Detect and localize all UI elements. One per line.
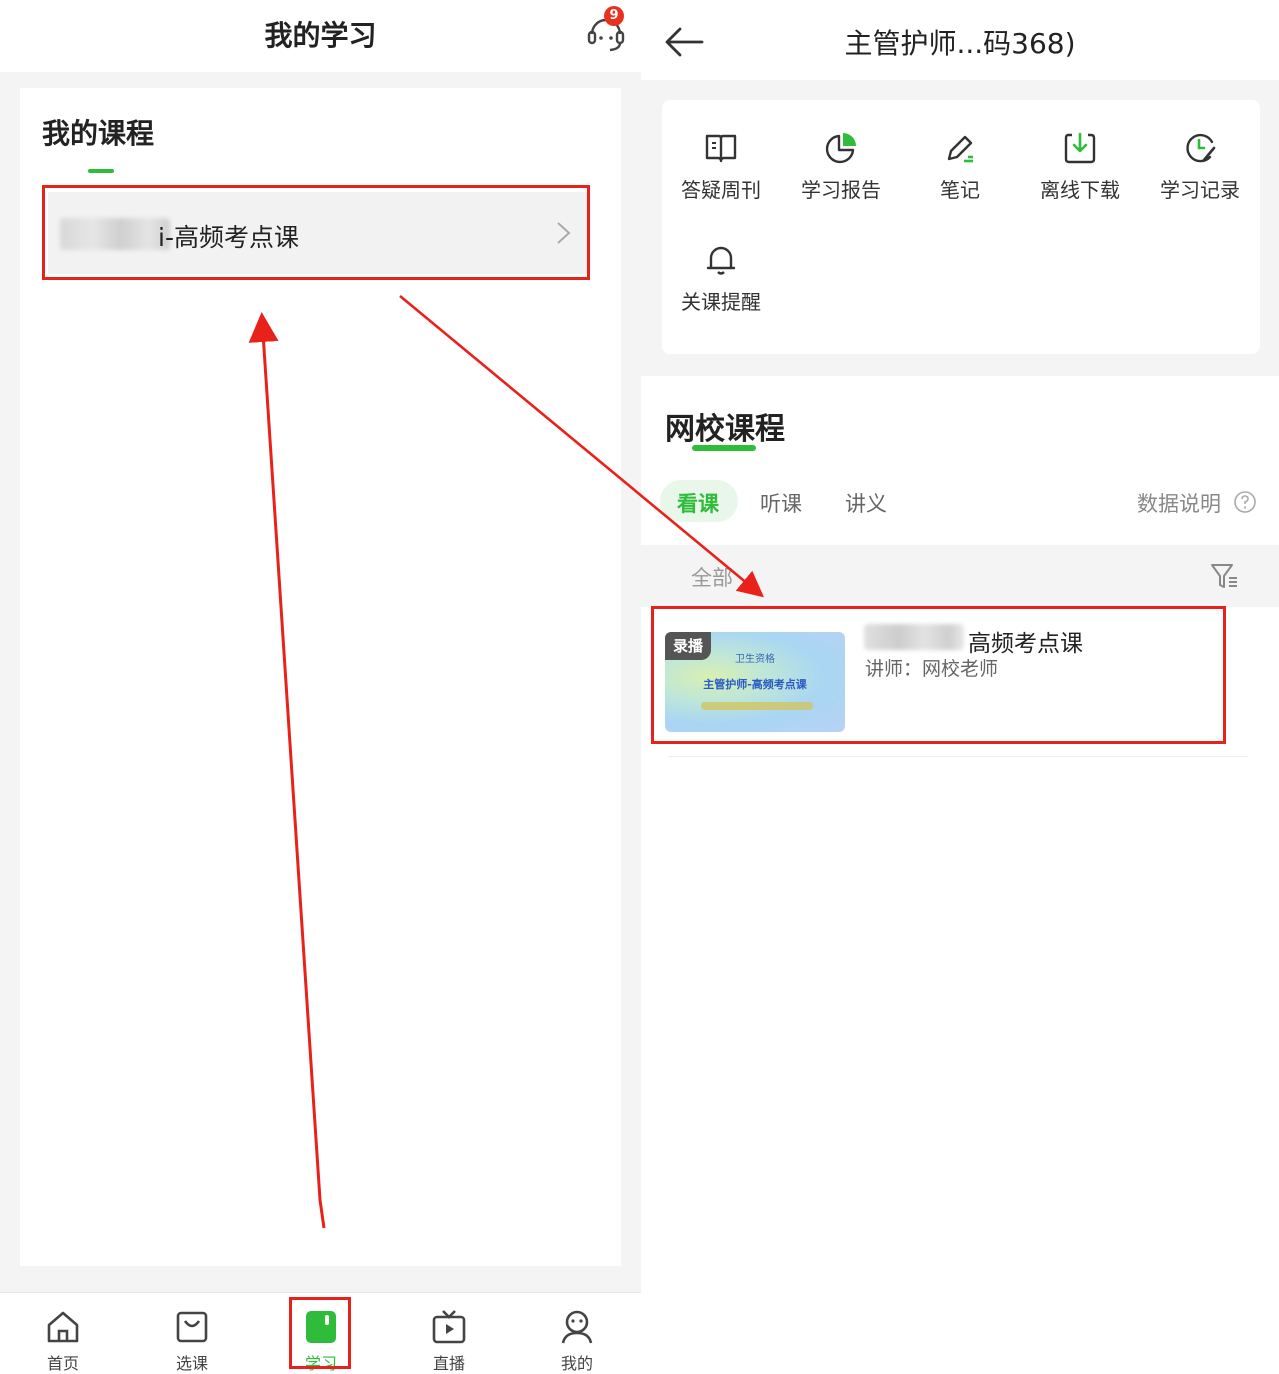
tab-courses-label: 选课 [175,1354,208,1373]
notification-badge: 9 [604,6,624,26]
tool-study-report[interactable]: 学习报告 [786,130,896,203]
filter-icon[interactable] [1208,560,1240,592]
tool-label: 关课提醒 [681,290,761,314]
pen-icon [947,135,973,163]
tool-label: 学习记录 [1160,178,1240,202]
tool-label: 学习报告 [801,178,881,202]
tool-label: 答疑周刊 [681,178,761,202]
tv-icon [432,1310,466,1344]
section-underline [88,169,114,173]
bell-icon [706,246,736,275]
back-arrow-icon[interactable] [664,24,704,60]
tab-live[interactable] [409,1308,489,1346]
annotation-box-record [651,606,1226,744]
tool-label: 离线下载 [1040,178,1120,202]
tool-course-reminder[interactable]: 关课提醒 [666,242,776,315]
data-note-link[interactable]: 数据说明 [1137,488,1221,518]
profile-icon [561,1310,593,1344]
tool-qa-weekly[interactable]: 答疑周刊 [666,130,776,203]
tab-courses[interactable] [152,1308,232,1346]
annotation-box-course [42,185,590,280]
tool-label: 笔记 [940,178,980,202]
help-icon[interactable] [1233,490,1257,514]
book-open-icon [705,134,737,163]
history-icon [1186,133,1216,163]
course-detail-title: 主管护师...码368) [844,27,1076,60]
shopping-bag-icon [176,1311,208,1343]
tab-watch[interactable]: 看课 [677,488,719,518]
tab-listen[interactable]: 听课 [760,488,802,518]
tab-home[interactable] [23,1308,103,1346]
tab-profile[interactable] [537,1308,617,1346]
tool-study-history[interactable]: 学习记录 [1145,130,1255,203]
section-title: 网校课程 [665,412,785,447]
tab-live-label: 直播 [432,1354,465,1373]
filter-bar [641,545,1279,607]
page-title: 我的学习 [264,19,377,52]
pie-chart-icon [825,133,856,164]
section-underline [692,445,756,451]
home-icon [47,1311,79,1343]
tab-handouts[interactable]: 讲义 [845,488,887,518]
divider [668,756,1248,757]
tool-offline-download[interactable]: 离线下载 [1025,130,1135,203]
download-icon [1064,132,1096,164]
my-courses-title: 我的课程 [42,117,155,150]
tab-home-label: 首页 [46,1354,79,1373]
annotation-box-study-tab [289,1297,351,1369]
tab-profile-label: 我的 [560,1354,593,1373]
filter-all[interactable]: 全部 [691,562,733,592]
tool-notes[interactable]: 笔记 [905,130,1015,203]
